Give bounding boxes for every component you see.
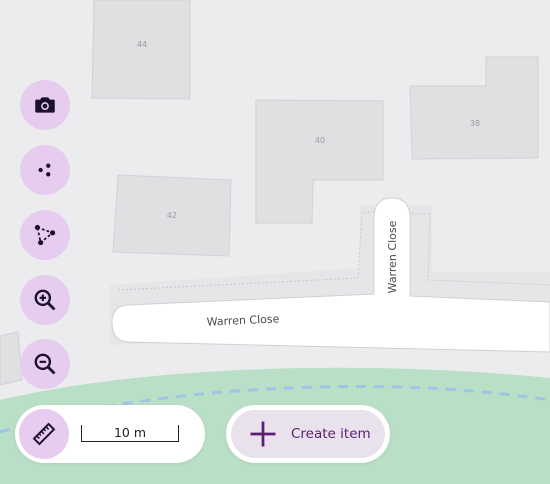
plus-icon bbox=[250, 421, 276, 447]
building-44 bbox=[91, 0, 191, 100]
share-dots-icon bbox=[38, 163, 51, 177]
zoom-in-icon bbox=[34, 289, 56, 311]
scale-control: 10 m bbox=[15, 405, 205, 463]
camera-button[interactable] bbox=[20, 80, 70, 130]
building-partial bbox=[0, 331, 23, 386]
zoom-in-button[interactable] bbox=[20, 275, 70, 325]
scale-label: 10 m bbox=[113, 425, 147, 440]
polygon-icon bbox=[34, 224, 56, 246]
house-number-44: 44 bbox=[137, 40, 147, 49]
house-number-40: 40 bbox=[315, 136, 325, 145]
ruler-icon bbox=[32, 422, 56, 446]
zoom-out-button[interactable] bbox=[20, 339, 70, 389]
share-button[interactable] bbox=[20, 145, 70, 195]
create-item-label: Create item bbox=[291, 426, 371, 442]
create-item-button[interactable]: Create item bbox=[226, 405, 390, 463]
house-number-42: 42 bbox=[167, 211, 177, 220]
camera-icon bbox=[35, 97, 55, 113]
street-label-vertical: Warren Close bbox=[386, 220, 399, 293]
measure-distance-button[interactable] bbox=[19, 409, 69, 459]
measure-area-button[interactable] bbox=[20, 210, 70, 260]
house-number-38: 38 bbox=[470, 119, 480, 128]
zoom-out-icon bbox=[34, 353, 56, 375]
